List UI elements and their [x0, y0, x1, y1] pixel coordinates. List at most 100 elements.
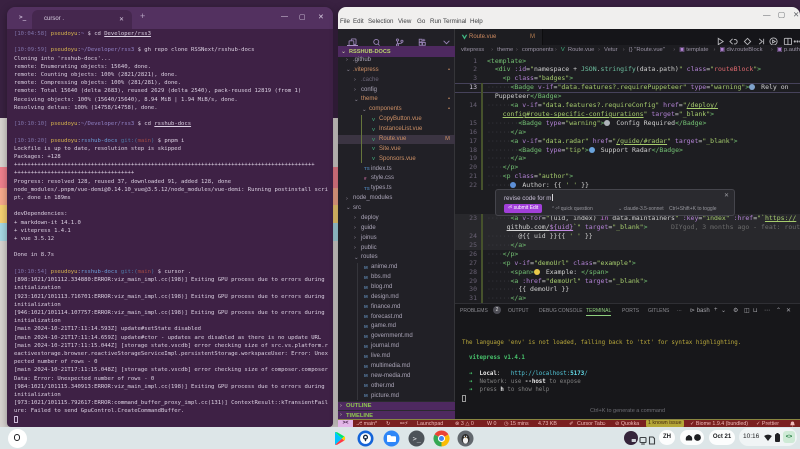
close-icon[interactable]: ✕ [786, 307, 791, 314]
tree-item-finance.md[interactable]: Mfinance.md [338, 302, 455, 312]
menu-go[interactable]: Go [417, 18, 425, 25]
panel-tab-terminal[interactable]: TERMINAL [586, 308, 611, 317]
vpn-pill[interactable] [680, 430, 704, 449]
menu-selection[interactable]: Selection [368, 18, 393, 25]
terminal-minimize-button[interactable]: — [281, 13, 288, 20]
menu-run[interactable]: Run [430, 18, 441, 25]
tree-item-new-media.md[interactable]: Mnew-media.md [338, 371, 455, 381]
panel-tab-ports[interactable]: PORTS [622, 308, 639, 314]
tree-item-guide[interactable]: ›guide [338, 223, 455, 233]
tree-item-src[interactable]: ⌄src [338, 204, 455, 214]
status-4-73-kb[interactable]: 4.73 KB [538, 421, 557, 427]
terminal-tab[interactable]: cursor . ✕ [32, 10, 132, 30]
breadcrumb-item[interactable]: p.author [784, 47, 800, 53]
remote-indicator[interactable]: >< [338, 420, 353, 428]
tree-item-design.md[interactable]: Mdesign.md [338, 292, 455, 302]
tree-item-live.md[interactable]: Mlive.md [338, 352, 455, 362]
status-cursor-tab[interactable]: Cursor Tab [577, 421, 603, 427]
tree-item-public[interactable]: ›public [338, 243, 455, 253]
breadcrumb-item[interactable]: vitepress [461, 47, 484, 53]
tote-screen-icon[interactable] [639, 432, 647, 449]
vscode-maximize-button[interactable]: ▢ [778, 10, 785, 19]
menu-edit[interactable]: Edit [353, 18, 364, 25]
menu-terminal[interactable]: Terminal [443, 18, 466, 25]
chevron-up-icon[interactable]: ⌃ [776, 307, 781, 314]
panel-tab-debug-console[interactable]: DEBUG CONSOLE [539, 308, 583, 314]
chevron-down-icon[interactable] [442, 34, 451, 43]
tree-item-.vitepress[interactable]: ⌄.vitepress• [338, 65, 455, 75]
tree-item-.cache[interactable]: ›.cache [338, 75, 455, 85]
tree-item-InstanceList.vue[interactable]: VInstanceList.vue [338, 125, 455, 135]
terminal-tab-close-icon[interactable]: ✕ [119, 16, 124, 23]
breadcrumb-item[interactable]: Route.vue [568, 47, 594, 53]
vscode-titlebar[interactable]: — ▢ ✕ FileEditSelectionViewGoRunTerminal… [338, 7, 800, 29]
cmdk-input[interactable]: revise code for m [504, 194, 553, 202]
tree-item-types.ts[interactable]: TStypes.ts [338, 184, 455, 194]
tree-item-joinus[interactable]: ›joinus [338, 233, 455, 243]
tree-item-node_modules[interactable]: ›node_modules [338, 194, 455, 204]
status-[interactable]: ✐ [569, 421, 573, 427]
files-icon[interactable] [348, 34, 357, 43]
tree-item-Route.vue[interactable]: VRoute.vueM [338, 135, 455, 145]
tree-item-other.md[interactable]: Mother.md [338, 381, 455, 391]
status-w-0[interactable]: W 0 [487, 421, 496, 427]
outline-section-header[interactable]: › OUTLINE [338, 401, 455, 410]
terminal-titlebar[interactable]: >_ cursor . ✕ + — ▢ ✕ [7, 7, 333, 29]
tree-item-components[interactable]: ⌄components• [338, 105, 455, 115]
cmdk-model-selector[interactable]: ⌄ claude-3.5-sonnet [618, 206, 664, 212]
breadcrumb[interactable]: vitepress›theme›components›VRoute.vue›Ve… [455, 45, 800, 56]
breadcrumb-item[interactable]: template [686, 47, 708, 53]
status-[interactable]: ☺ [601, 421, 606, 427]
split-terminal-icon[interactable]: ◫ [744, 307, 750, 314]
tree-item-blog.md[interactable]: Mblog.md [338, 283, 455, 293]
terminal-shell-label[interactable]: ⊳ bash [690, 307, 710, 314]
status-3-0[interactable]: ⊗ 3 △ 0 [455, 421, 474, 427]
tree-item-routes[interactable]: ⌄routes [338, 253, 455, 263]
source-control-icon[interactable] [395, 34, 404, 43]
tree-item-index.ts[interactable]: TSindex.ts [338, 164, 455, 174]
tree-item-bbs.md[interactable]: Mbbs.md [338, 273, 455, 283]
code-editor[interactable]: 1<template>2 <div :id="namespace + JSON.… [455, 56, 800, 303]
breadcrumb-item[interactable]: theme [497, 47, 513, 53]
terminal-new-tab-button[interactable]: + [140, 11, 145, 21]
tree-item-government.md[interactable]: Mgovernment.md [338, 332, 455, 342]
breadcrumb-item[interactable]: div.routeBlock [727, 47, 763, 53]
vscode-close-button[interactable]: ✕ [793, 10, 799, 19]
terminal-output[interactable]: [10:04:58] pseudoyu:~ $ cd Developer/rss… [7, 29, 333, 427]
tree-item-deploy[interactable]: ›deploy [338, 214, 455, 224]
breadcrumb-item[interactable]: Vetur [604, 47, 618, 53]
tree-item-journal.md[interactable]: Mjournal.md [338, 342, 455, 352]
chevron-down-icon[interactable]: ⌄ [721, 307, 726, 314]
settings-gear-icon[interactable]: ⚙ [733, 307, 738, 314]
panel-tab-gitlens[interactable]: GITLENS [648, 308, 669, 314]
tab-route-vue[interactable]: Route.vue M [455, 29, 543, 45]
status-[interactable]: ⚯⚡ [400, 421, 408, 427]
cmdk-submit-button[interactable]: ⏎ submit Edit [504, 204, 542, 213]
terminal-maximize-button[interactable]: ▢ [299, 13, 306, 21]
panel-tab-problems[interactable]: PROBLEMS [460, 308, 488, 314]
terminal-close-button[interactable]: ✕ [318, 13, 324, 21]
vscode-minimize-button[interactable]: — [763, 10, 771, 19]
menu-file[interactable]: File [340, 18, 350, 25]
tree-item-theme[interactable]: ⌄theme• [338, 95, 455, 105]
status-biome-1-9-4-bundled[interactable]: ✓ Biome 1.9.4 (bundled) [690, 421, 748, 427]
status-prettier[interactable]: ✓ Prettier [756, 421, 779, 427]
tree-item-anime.md[interactable]: Manime.md [338, 263, 455, 273]
breadcrumb-item[interactable]: components [522, 47, 554, 53]
tree-item-Sponsors.vue[interactable]: VSponsors.vue [338, 154, 455, 164]
tree-item-.github[interactable]: ›.github [338, 56, 455, 66]
tree-item-config[interactable]: ›config [338, 85, 455, 95]
new-terminal-icon[interactable]: + [714, 307, 718, 313]
cmdk-quick-question[interactable]: ⌃⏎ quick question [551, 206, 593, 212]
status-launchpad[interactable]: Launchpad [417, 421, 443, 427]
status-[interactable]: ↻ [386, 421, 390, 427]
integrated-terminal[interactable]: The language 'env' is not loaded, fallin… [462, 340, 741, 406]
tree-item-forecast.md[interactable]: Mforecast.md [338, 312, 455, 322]
close-icon[interactable]: ✕ [724, 192, 729, 199]
breadcrumb-item[interactable]: {} "Route.vue" [629, 47, 665, 53]
tree-item-Site.vue[interactable]: VSite.vue [338, 144, 455, 154]
status-15-mins[interactable]: ◷ 15 mins [504, 421, 529, 427]
tree-item-style.css[interactable]: #style.css [338, 174, 455, 184]
tree-item-multimedia.md[interactable]: Mmultimedia.md [338, 362, 455, 372]
more-actions-icon[interactable]: ⋯ [764, 307, 770, 314]
